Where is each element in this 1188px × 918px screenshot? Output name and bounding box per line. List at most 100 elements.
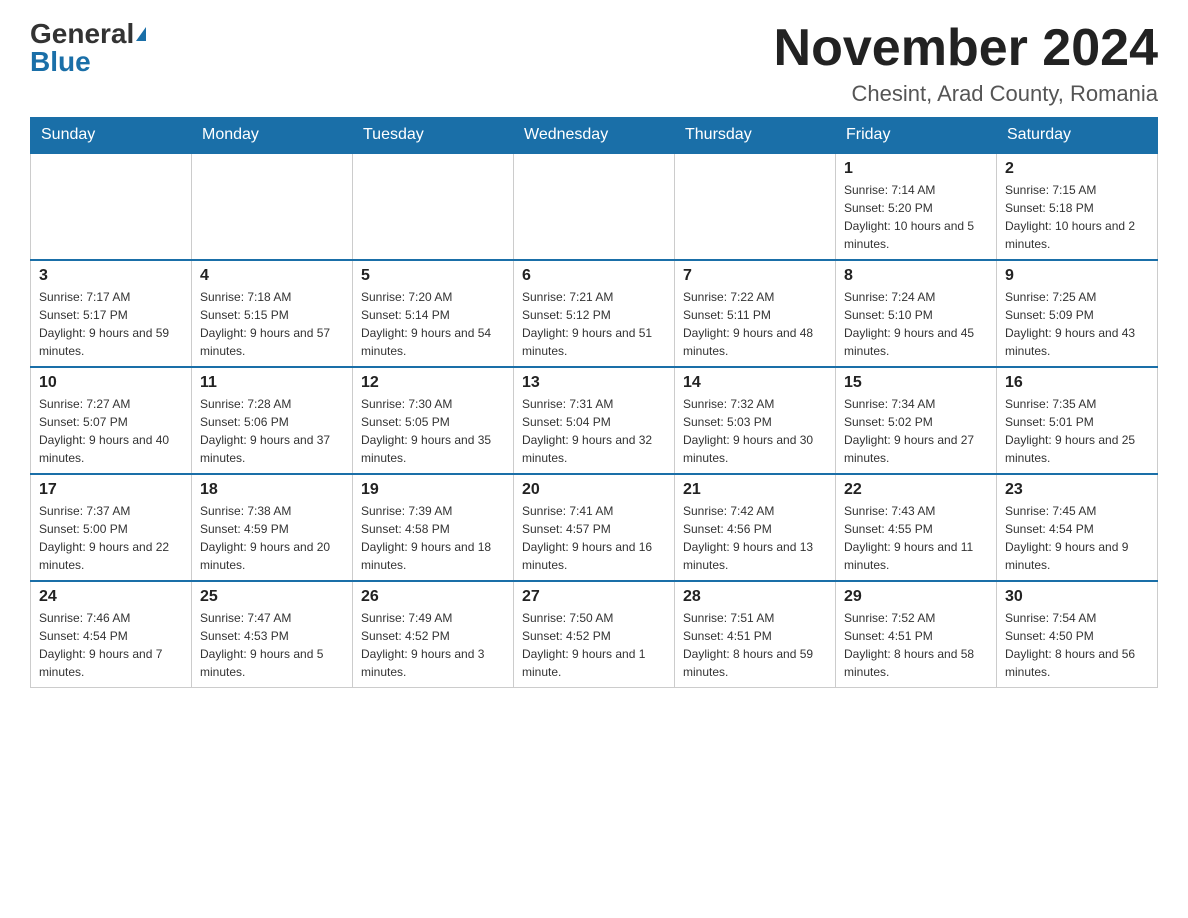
calendar-cell <box>192 153 353 260</box>
day-header-sunday: Sunday <box>31 118 192 154</box>
day-info: Sunrise: 7:51 AM Sunset: 4:51 PM Dayligh… <box>683 611 813 679</box>
location-text: Chesint, Arad County, Romania <box>774 81 1158 107</box>
day-info: Sunrise: 7:49 AM Sunset: 4:52 PM Dayligh… <box>361 611 484 679</box>
day-info: Sunrise: 7:27 AM Sunset: 5:07 PM Dayligh… <box>39 397 169 465</box>
day-number: 25 <box>200 588 344 606</box>
day-number: 9 <box>1005 267 1149 285</box>
day-number: 27 <box>522 588 666 606</box>
week-row-2: 3 Sunrise: 7:17 AM Sunset: 5:17 PM Daylig… <box>31 260 1158 367</box>
day-number: 29 <box>844 588 988 606</box>
day-header-saturday: Saturday <box>997 118 1158 154</box>
week-row-3: 10 Sunrise: 7:27 AM Sunset: 5:07 PM Dayli… <box>31 367 1158 474</box>
day-number: 11 <box>200 374 344 392</box>
calendar-cell <box>31 153 192 260</box>
calendar-cell: 23 Sunrise: 7:45 AM Sunset: 4:54 PM Dayli… <box>997 474 1158 581</box>
calendar-cell: 11 Sunrise: 7:28 AM Sunset: 5:06 PM Dayli… <box>192 367 353 474</box>
day-info: Sunrise: 7:14 AM Sunset: 5:20 PM Dayligh… <box>844 183 974 251</box>
calendar-cell: 10 Sunrise: 7:27 AM Sunset: 5:07 PM Dayli… <box>31 367 192 474</box>
day-info: Sunrise: 7:32 AM Sunset: 5:03 PM Dayligh… <box>683 397 813 465</box>
day-info: Sunrise: 7:37 AM Sunset: 5:00 PM Dayligh… <box>39 504 169 572</box>
calendar-cell: 19Sunrise: 7:39 AM Sunset: 4:58 PM Dayli… <box>353 474 514 581</box>
day-info: Sunrise: 7:24 AM Sunset: 5:10 PM Dayligh… <box>844 290 974 358</box>
calendar-cell: 15Sunrise: 7:34 AM Sunset: 5:02 PM Dayli… <box>836 367 997 474</box>
day-info: Sunrise: 7:52 AM Sunset: 4:51 PM Dayligh… <box>844 611 974 679</box>
calendar-cell: 29 Sunrise: 7:52 AM Sunset: 4:51 PM Dayli… <box>836 581 997 688</box>
day-number: 21 <box>683 481 827 499</box>
day-number: 17 <box>39 481 183 499</box>
week-row-4: 17 Sunrise: 7:37 AM Sunset: 5:00 PM Dayli… <box>31 474 1158 581</box>
day-number: 22 <box>844 481 988 499</box>
day-info: Sunrise: 7:54 AM Sunset: 4:50 PM Dayligh… <box>1005 611 1135 679</box>
calendar-cell: 18 Sunrise: 7:38 AM Sunset: 4:59 PM Dayli… <box>192 474 353 581</box>
day-info: Sunrise: 7:30 AM Sunset: 5:05 PM Dayligh… <box>361 397 491 465</box>
day-number: 12 <box>361 374 505 392</box>
day-number: 3 <box>39 267 183 285</box>
logo-general-text: General <box>30 20 134 48</box>
calendar-cell: 30 Sunrise: 7:54 AM Sunset: 4:50 PM Dayli… <box>997 581 1158 688</box>
calendar-cell: 20 Sunrise: 7:41 AM Sunset: 4:57 PM Dayli… <box>514 474 675 581</box>
day-info: Sunrise: 7:46 AM Sunset: 4:54 PM Dayligh… <box>39 611 162 679</box>
day-number: 30 <box>1005 588 1149 606</box>
title-block: November 2024 Chesint, Arad County, Roma… <box>774 20 1158 107</box>
day-info: Sunrise: 7:41 AM Sunset: 4:57 PM Dayligh… <box>522 504 652 572</box>
day-header-tuesday: Tuesday <box>353 118 514 154</box>
day-info: Sunrise: 7:20 AM Sunset: 5:14 PM Dayligh… <box>361 290 491 358</box>
day-number: 8 <box>844 267 988 285</box>
day-info: Sunrise: 7:21 AM Sunset: 5:12 PM Dayligh… <box>522 290 652 358</box>
day-number: 5 <box>361 267 505 285</box>
day-header-wednesday: Wednesday <box>514 118 675 154</box>
calendar-cell: 28Sunrise: 7:51 AM Sunset: 4:51 PM Dayli… <box>675 581 836 688</box>
day-number: 26 <box>361 588 505 606</box>
logo-triangle-icon <box>136 27 146 41</box>
calendar-cell: 27 Sunrise: 7:50 AM Sunset: 4:52 PM Dayli… <box>514 581 675 688</box>
month-title: November 2024 <box>774 20 1158 77</box>
calendar-cell: 4 Sunrise: 7:18 AM Sunset: 5:15 PM Daylig… <box>192 260 353 367</box>
day-info: Sunrise: 7:28 AM Sunset: 5:06 PM Dayligh… <box>200 397 330 465</box>
logo: General Blue <box>30 20 146 76</box>
calendar-cell <box>514 153 675 260</box>
calendar-cell: 26 Sunrise: 7:49 AM Sunset: 4:52 PM Dayli… <box>353 581 514 688</box>
day-header-friday: Friday <box>836 118 997 154</box>
day-number: 10 <box>39 374 183 392</box>
day-info: Sunrise: 7:42 AM Sunset: 4:56 PM Dayligh… <box>683 504 813 572</box>
day-info: Sunrise: 7:31 AM Sunset: 5:04 PM Dayligh… <box>522 397 652 465</box>
calendar-table: SundayMondayTuesdayWednesdayThursdayFrid… <box>30 117 1158 688</box>
day-number: 14 <box>683 374 827 392</box>
calendar-cell: 6Sunrise: 7:21 AM Sunset: 5:12 PM Daylig… <box>514 260 675 367</box>
calendar-cell: 7 Sunrise: 7:22 AM Sunset: 5:11 PM Daylig… <box>675 260 836 367</box>
day-info: Sunrise: 7:22 AM Sunset: 5:11 PM Dayligh… <box>683 290 813 358</box>
day-number: 18 <box>200 481 344 499</box>
logo-blue-text: Blue <box>30 48 91 76</box>
day-info: Sunrise: 7:18 AM Sunset: 5:15 PM Dayligh… <box>200 290 330 358</box>
calendar-cell: 8 Sunrise: 7:24 AM Sunset: 5:10 PM Daylig… <box>836 260 997 367</box>
day-info: Sunrise: 7:25 AM Sunset: 5:09 PM Dayligh… <box>1005 290 1135 358</box>
header-row: SundayMondayTuesdayWednesdayThursdayFrid… <box>31 118 1158 154</box>
day-number: 16 <box>1005 374 1149 392</box>
day-info: Sunrise: 7:47 AM Sunset: 4:53 PM Dayligh… <box>200 611 323 679</box>
day-info: Sunrise: 7:38 AM Sunset: 4:59 PM Dayligh… <box>200 504 330 572</box>
day-number: 1 <box>844 160 988 178</box>
day-number: 24 <box>39 588 183 606</box>
day-info: Sunrise: 7:17 AM Sunset: 5:17 PM Dayligh… <box>39 290 169 358</box>
calendar-cell: 5 Sunrise: 7:20 AM Sunset: 5:14 PM Daylig… <box>353 260 514 367</box>
day-info: Sunrise: 7:15 AM Sunset: 5:18 PM Dayligh… <box>1005 183 1135 251</box>
week-row-1: 1 Sunrise: 7:14 AM Sunset: 5:20 PM Daylig… <box>31 153 1158 260</box>
day-number: 7 <box>683 267 827 285</box>
day-number: 19 <box>361 481 505 499</box>
calendar-cell: 2 Sunrise: 7:15 AM Sunset: 5:18 PM Daylig… <box>997 153 1158 260</box>
day-number: 2 <box>1005 160 1149 178</box>
day-number: 13 <box>522 374 666 392</box>
day-info: Sunrise: 7:35 AM Sunset: 5:01 PM Dayligh… <box>1005 397 1135 465</box>
calendar-cell <box>675 153 836 260</box>
day-info: Sunrise: 7:50 AM Sunset: 4:52 PM Dayligh… <box>522 611 645 679</box>
calendar-cell: 12 Sunrise: 7:30 AM Sunset: 5:05 PM Dayli… <box>353 367 514 474</box>
day-number: 20 <box>522 481 666 499</box>
calendar-cell: 16 Sunrise: 7:35 AM Sunset: 5:01 PM Dayli… <box>997 367 1158 474</box>
calendar-cell: 24 Sunrise: 7:46 AM Sunset: 4:54 PM Dayli… <box>31 581 192 688</box>
day-number: 4 <box>200 267 344 285</box>
day-info: Sunrise: 7:45 AM Sunset: 4:54 PM Dayligh… <box>1005 504 1128 572</box>
calendar-cell: 14 Sunrise: 7:32 AM Sunset: 5:03 PM Dayli… <box>675 367 836 474</box>
calendar-cell: 13 Sunrise: 7:31 AM Sunset: 5:04 PM Dayli… <box>514 367 675 474</box>
day-number: 23 <box>1005 481 1149 499</box>
page-header: General Blue November 2024 Chesint, Arad… <box>30 20 1158 107</box>
